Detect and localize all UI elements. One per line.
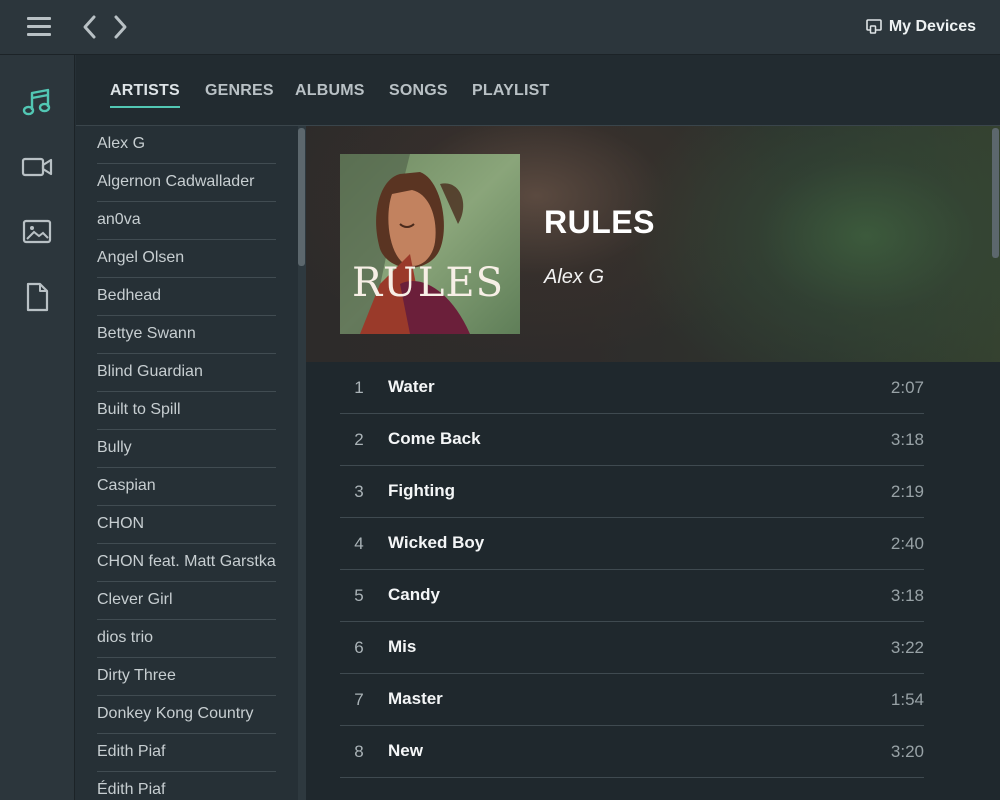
- album-cover-text: RULES: [352, 260, 504, 306]
- track-row[interactable]: 8 New 3:20: [340, 726, 924, 778]
- album-cover[interactable]: RULES: [340, 154, 520, 334]
- track-duration: 3:20: [890, 742, 924, 761]
- top-bar: My Devices: [0, 0, 1000, 55]
- image-icon[interactable]: [20, 215, 54, 249]
- artist-item[interactable]: Donkey Kong Country: [97, 696, 276, 734]
- track-number: 8: [354, 742, 364, 761]
- tab-genres[interactable]: GENRES: [205, 82, 274, 106]
- track-row[interactable]: 7 Master 1:54: [340, 674, 924, 726]
- album-title: RULES: [544, 204, 655, 240]
- artist-item[interactable]: CHON feat. Matt Garstka: [97, 544, 276, 582]
- track-row[interactable]: 1 Water 2:07: [340, 362, 924, 414]
- track-number: 5: [354, 586, 364, 605]
- artist-item[interactable]: dios trio: [97, 620, 276, 658]
- track-title: Master: [388, 689, 443, 708]
- tab-playlist[interactable]: PLAYLIST: [472, 82, 549, 106]
- track-title: Fighting: [388, 481, 456, 500]
- album-scrollbar-thumb[interactable]: [992, 128, 999, 258]
- track-row[interactable]: 5 Candy 3:18: [340, 570, 924, 622]
- artist-item[interactable]: an0va: [97, 202, 276, 240]
- album-header: RULES RULES Alex G: [306, 126, 1000, 362]
- tab-songs[interactable]: SONGS: [389, 82, 448, 106]
- artist-item[interactable]: Caspian: [97, 468, 276, 506]
- artist-item[interactable]: Bedhead: [97, 278, 276, 316]
- track-number: 7: [354, 690, 364, 709]
- track-title: Candy: [388, 585, 440, 604]
- my-devices-button[interactable]: My Devices: [865, 16, 976, 38]
- artist-item[interactable]: Edith Piaf: [97, 734, 276, 772]
- track-list: 1 Water 2:07 2 Come Back 3:18 3 Fighting…: [340, 362, 924, 778]
- artist-item[interactable]: Bettye Swann: [97, 316, 276, 354]
- hamburger-icon[interactable]: [27, 17, 51, 37]
- track-duration: 1:54: [890, 690, 924, 709]
- chevron-right-icon[interactable]: [110, 14, 130, 40]
- album-artist[interactable]: Alex G: [544, 266, 604, 289]
- track-duration: 3:22: [890, 638, 924, 657]
- artist-item[interactable]: Alex G: [97, 126, 276, 164]
- track-duration: 3:18: [890, 586, 924, 605]
- track-duration: 2:07: [890, 378, 924, 397]
- music-note-icon[interactable]: [20, 85, 54, 119]
- track-row[interactable]: 4 Wicked Boy 2:40: [340, 518, 924, 570]
- track-number: 2: [354, 430, 364, 449]
- side-rail: [0, 55, 75, 800]
- artist-item[interactable]: Dirty Three: [97, 658, 276, 696]
- track-row[interactable]: 2 Come Back 3:18: [340, 414, 924, 466]
- tab-albums[interactable]: ALBUMS: [295, 82, 365, 106]
- cast-icon: [865, 18, 883, 36]
- track-title: Water: [388, 377, 435, 396]
- category-tabs: ARTISTS GENRES ALBUMS SONGS PLAYLIST: [76, 55, 1000, 126]
- artist-item[interactable]: Bully: [97, 430, 276, 468]
- album-detail: RULES RULES Alex G 1 Water 2:07 2 Come B…: [306, 126, 1000, 800]
- artist-item[interactable]: CHON: [97, 506, 276, 544]
- artist-item[interactable]: Clever Girl: [97, 582, 276, 620]
- artist-list: Alex G Algernon Cadwallader an0va Angel …: [76, 126, 306, 800]
- track-duration: 2:19: [890, 482, 924, 501]
- tab-artists[interactable]: ARTISTS: [110, 82, 180, 108]
- video-camera-icon[interactable]: [20, 150, 54, 184]
- artist-item[interactable]: Angel Olsen: [97, 240, 276, 278]
- track-duration: 3:18: [890, 430, 924, 449]
- track-number: 1: [354, 378, 364, 397]
- my-devices-label: My Devices: [888, 18, 976, 35]
- artist-item[interactable]: Édith Piaf: [97, 772, 276, 800]
- track-title: Wicked Boy: [388, 533, 485, 552]
- artist-item[interactable]: Blind Guardian: [97, 354, 276, 392]
- artist-scrollbar-thumb[interactable]: [298, 128, 305, 266]
- track-row[interactable]: 3 Fighting 2:19: [340, 466, 924, 518]
- artist-item[interactable]: Algernon Cadwallader: [97, 164, 276, 202]
- track-title: Mis: [388, 637, 417, 656]
- chevron-left-icon[interactable]: [80, 14, 100, 40]
- track-title: Come Back: [388, 429, 481, 448]
- track-title: New: [388, 741, 423, 760]
- artist-item[interactable]: Built to Spill: [97, 392, 276, 430]
- track-row[interactable]: 6 Mis 3:22: [340, 622, 924, 674]
- track-number: 6: [354, 638, 364, 657]
- track-number: 3: [354, 482, 364, 501]
- document-icon[interactable]: [20, 280, 54, 314]
- track-number: 4: [354, 534, 364, 553]
- track-duration: 2:40: [890, 534, 924, 553]
